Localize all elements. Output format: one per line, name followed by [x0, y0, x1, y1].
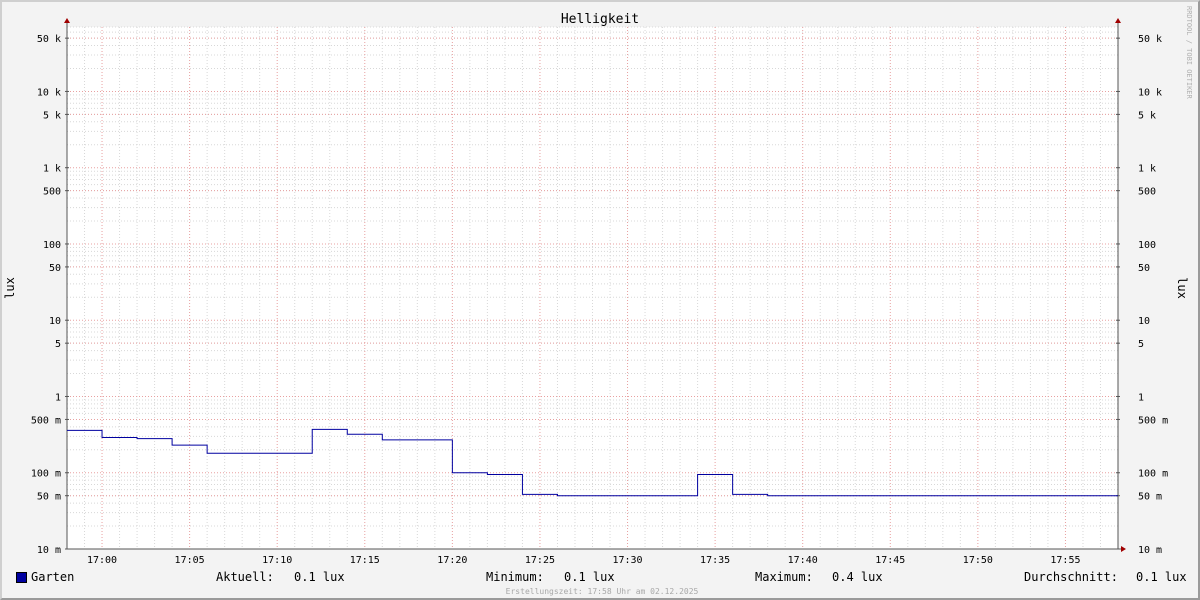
- minimum-value: 0.1 lux: [564, 570, 615, 584]
- y-tick-label-right: 500 m: [1138, 415, 1168, 426]
- y-tick-label-right: 1: [1138, 392, 1144, 403]
- x-tick-label: 17:00: [87, 555, 117, 566]
- y-tick-label-left: 50 m: [37, 492, 61, 503]
- x-tick-label: 17:05: [175, 555, 205, 566]
- y-tick-label-left: 1 k: [43, 164, 61, 175]
- y-tick-label-right: 100: [1138, 240, 1156, 251]
- x-axis-arrow: [1121, 546, 1126, 552]
- y-tick-label-left: 5: [55, 339, 61, 350]
- chart-title: Helligkeit: [561, 12, 639, 27]
- y-tick-label-right: 5: [1138, 339, 1144, 350]
- x-tick-label: 17:25: [525, 555, 555, 566]
- minimum-label: Minimum:: [486, 570, 544, 584]
- graph-frame: 50 k 50 k 10 k 10 k5 k5 k1 k1 k 500 500 100 100…: [0, 0, 1200, 600]
- x-tick-label: 17:45: [875, 555, 905, 566]
- x-tick-label: 17:40: [788, 555, 818, 566]
- x-tick-label: 17:30: [612, 555, 642, 566]
- y-tick-label-right: 100 m: [1138, 469, 1168, 480]
- y-tick-label-left: 10 k: [37, 87, 61, 98]
- y-axis-label-right: lux: [1175, 277, 1189, 299]
- creation-timestamp: Erstellungszeit: 17:58 Uhr am 02.12.2025: [505, 587, 699, 596]
- x-tick-label: 17:15: [350, 555, 380, 566]
- brightness-chart: 50 k 50 k 10 k 10 k 5 k 5 k 1 k 1 k 500 500 100 100…: [3, 6, 1193, 566]
- x-tick-label: 17:20: [437, 555, 467, 566]
- x-tick-label: 17:10: [262, 555, 292, 566]
- left-axis-arrow: [64, 18, 70, 23]
- y-tick-label-right: 10 m: [1138, 545, 1162, 556]
- current-value: 0.1 lux: [294, 570, 345, 584]
- y-tick-label-right: 50: [1138, 263, 1150, 274]
- y-tick-label-left: 500 m: [31, 415, 61, 426]
- y-tick-label-right: 50 m: [1138, 492, 1162, 503]
- y-tick-label-left: 100 m: [31, 469, 61, 480]
- right-axis-arrow: [1115, 18, 1121, 23]
- y-tick-label-left: 10 m: [37, 545, 61, 556]
- y-tick-label-left: 100: [43, 240, 61, 251]
- maximum-value: 0.4 lux: [832, 570, 883, 584]
- y-axis-label-left: lux: [3, 277, 17, 299]
- x-tick-label: 17:35: [700, 555, 730, 566]
- y-tick-label-left: 5 k: [43, 110, 61, 121]
- y-tick-label-right: 10: [1138, 316, 1150, 327]
- x-tick-label: 17:50: [963, 555, 993, 566]
- y-tick-label-left: 1: [55, 392, 61, 403]
- y-tick-label-left: 50: [49, 263, 61, 274]
- y-tick-label-right: 10 k: [1138, 87, 1162, 98]
- current-label: Aktuell:: [216, 570, 274, 584]
- y-tick-label-right: 5 k: [1138, 110, 1156, 121]
- y-tick-label-left: 500: [43, 187, 61, 198]
- y-tick-label-right: 500: [1138, 187, 1156, 198]
- y-tick-label-left: 10: [49, 316, 61, 327]
- average-label: Durchschnitt:: [1024, 570, 1118, 584]
- rrdtool-watermark: RRDTOOL / TOBI OETIKER: [1185, 6, 1193, 100]
- average-value: 0.1 lux: [1136, 570, 1187, 584]
- y-tick-label-right: 50 k: [1138, 34, 1162, 45]
- legend-swatch-garten: [16, 572, 27, 583]
- y-tick-label-left: 50 k: [37, 34, 61, 45]
- legend-series-name: Garten: [31, 570, 75, 584]
- x-tick-label: 17:55: [1050, 555, 1080, 566]
- maximum-label: Maximum:: [755, 570, 813, 584]
- y-tick-label-right: 1 k: [1138, 164, 1156, 175]
